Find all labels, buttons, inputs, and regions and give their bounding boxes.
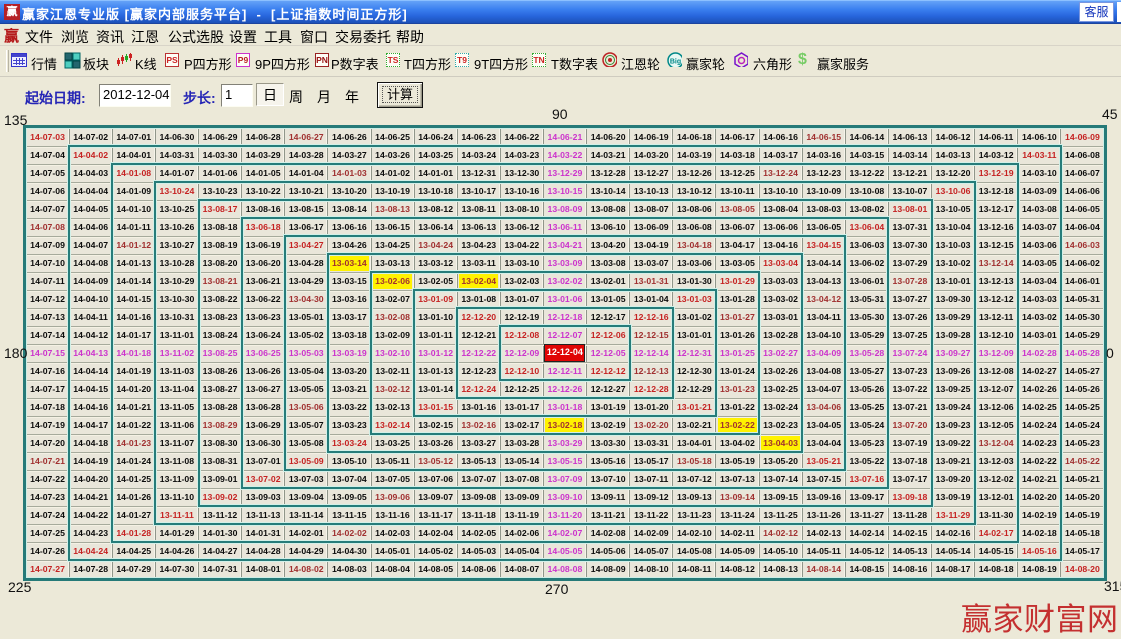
svg-text:Big: Big <box>670 59 681 66</box>
